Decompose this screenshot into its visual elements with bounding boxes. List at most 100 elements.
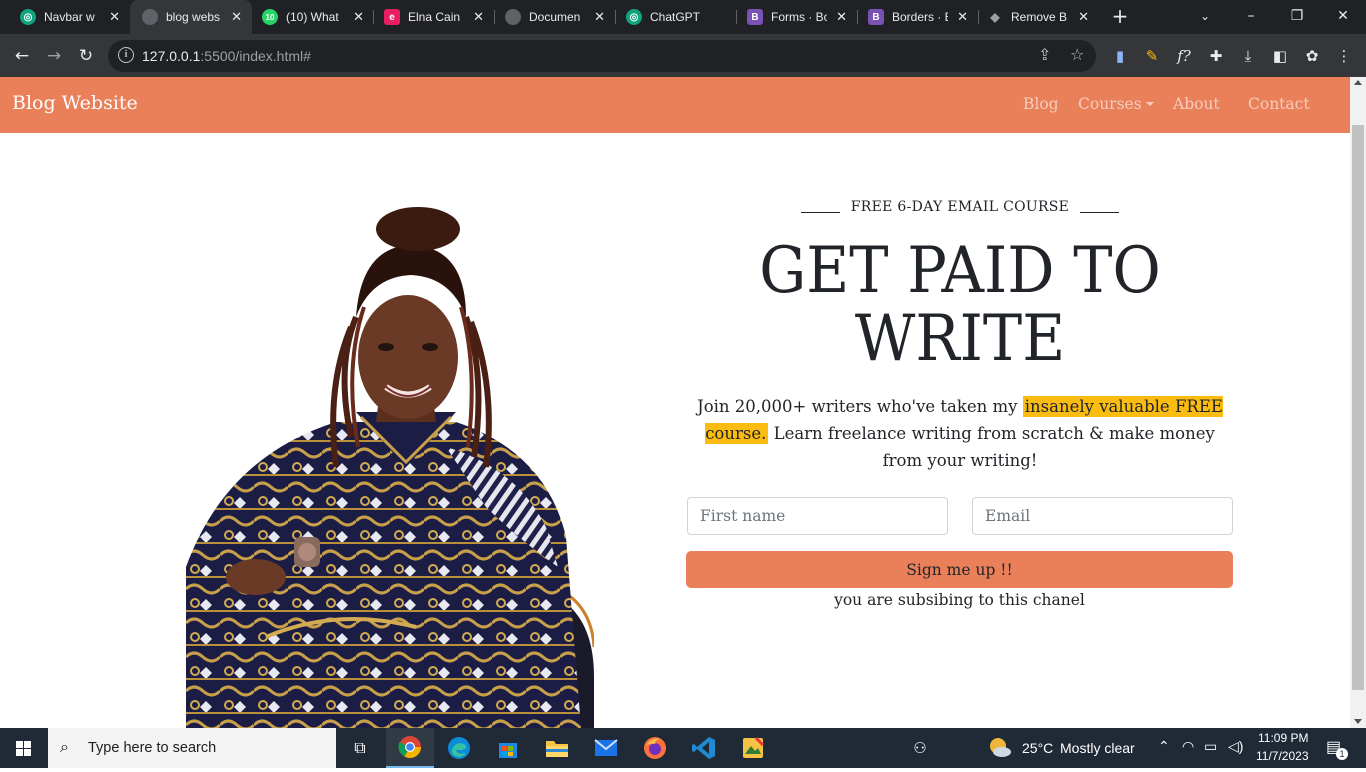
tab-bootstrap-borders[interactable]: B Borders · B ✕ [858, 0, 978, 34]
eyebrow-rule-right [1080, 212, 1119, 213]
task-view-icon[interactable]: ⧉ [336, 728, 384, 768]
clock-time[interactable]: 11:09 PM [1258, 731, 1308, 745]
weather-description[interactable]: Mostly clear [1060, 740, 1135, 756]
sign-up-button[interactable]: Sign me up !! [686, 551, 1233, 588]
tab-remove-bg[interactable]: ◆ Remove B ✕ [979, 0, 1099, 34]
page-scrollbar[interactable] [1350, 77, 1366, 728]
chatgpt-icon: ◎ [626, 9, 642, 25]
hero-headline-line-2: WRITE [854, 302, 1066, 376]
image-app-taskbar-icon[interactable] [729, 728, 777, 768]
nav-link-about[interactable]: About [1173, 95, 1220, 113]
battery-icon[interactable]: ▭ [1204, 738, 1217, 755]
nav-dropdown-courses[interactable]: Courses [1078, 95, 1154, 113]
site-navbar: Blog Website Blog Courses About Contact [0, 77, 1350, 133]
chrome-icon [398, 736, 421, 758]
bookmark-star-icon[interactable]: ☆ [1070, 45, 1084, 64]
scroll-down-arrow-icon[interactable] [1354, 719, 1362, 724]
whatsapp-icon: 10 [262, 9, 278, 25]
edge-taskbar-icon[interactable] [435, 728, 483, 768]
minimize-button[interactable]: – [1228, 0, 1274, 34]
close-window-button[interactable]: ✕ [1320, 0, 1366, 34]
weather-temperature[interactable]: 25°C [1022, 740, 1053, 756]
clock-date[interactable]: 11/7/2023 [1256, 749, 1309, 763]
taskbar-search-box[interactable]: ⌕ Type here to search [48, 728, 336, 768]
tab-blog-website[interactable]: blog webs ✕ [130, 0, 252, 34]
weather-moon-icon[interactable] [978, 728, 1022, 768]
close-icon[interactable]: ✕ [353, 9, 364, 25]
hero-headline: GET PAID TO WRITE [708, 237, 1212, 373]
store-taskbar-icon[interactable] [484, 728, 532, 768]
wifi-icon[interactable]: ◠ [1182, 738, 1194, 755]
nav-link-blog[interactable]: Blog [1023, 95, 1059, 113]
show-hidden-icons-chevron-icon[interactable]: ⌃ [1158, 738, 1170, 755]
volume-icon[interactable]: ◁) [1228, 738, 1243, 755]
tab-whatsapp[interactable]: 10 (10) What ✕ [252, 0, 374, 34]
tab-title: Elna Cain [408, 10, 461, 24]
bootstrap-icon: B [868, 9, 884, 25]
site-info-icon[interactable]: i [118, 47, 134, 63]
chatgpt-icon: ◎ [20, 9, 36, 25]
weather-cloud-icon [990, 738, 1011, 757]
side-panel-icon[interactable]: ◧ [1270, 46, 1290, 66]
windows-logo-icon [16, 741, 31, 756]
navbar-brand[interactable]: Blog Website [12, 92, 138, 114]
tab-bootstrap-forms[interactable]: B Forms · Bo ✕ [737, 0, 857, 34]
hero-lead-paragraph: Join 20,000+ writers who've taken my ins… [686, 393, 1234, 474]
tab-navbar[interactable]: ◎ Navbar w ✕ [0, 0, 130, 34]
extension-1-icon[interactable]: ▮ [1110, 46, 1130, 66]
new-tab-button[interactable]: + [1108, 4, 1132, 28]
tab-search-icon[interactable]: ⌄ [1182, 0, 1228, 34]
back-button[interactable]: ← [9, 43, 35, 69]
extensions-puzzle-icon[interactable]: ✚ [1206, 46, 1226, 66]
close-icon[interactable]: ✕ [594, 9, 605, 25]
edge-icon [448, 737, 470, 759]
scrollbar-thumb[interactable] [1352, 125, 1364, 690]
subscription-note: you are subsibing to this chanel [834, 591, 1085, 609]
bootstrap-icon: B [747, 9, 763, 25]
tab-document[interactable]: Documen ✕ [495, 0, 615, 34]
mail-taskbar-icon[interactable] [582, 728, 630, 768]
firefox-icon [644, 737, 666, 759]
tab-title: blog webs [166, 10, 221, 24]
start-button[interactable] [0, 728, 48, 768]
notification-count-badge: 1 [1336, 748, 1348, 760]
windows-taskbar: ⌕ Type here to search ⧉ ⚇ 25°C Mostly cl… [0, 728, 1366, 768]
tab-title: Remove B [1011, 10, 1067, 24]
chrome-taskbar-icon[interactable] [386, 728, 434, 768]
profile-icon[interactable]: ✿ [1302, 46, 1322, 66]
lead-text-start: Join 20,000+ writers who've taken my [697, 397, 1018, 416]
share-icon[interactable]: ⇪ [1038, 45, 1051, 64]
tab-title: Documen [529, 10, 581, 24]
hero-headline-line-1: GET PAID TO [759, 234, 1161, 308]
first-name-input[interactable] [687, 497, 948, 535]
address-bar[interactable]: i 127.0.0.1:5500/index.html# ⇪ ☆ [108, 40, 1096, 72]
people-icon[interactable]: ⚇ [896, 728, 944, 768]
restore-button[interactable]: ❐ [1274, 0, 1320, 34]
scroll-up-arrow-icon[interactable] [1354, 80, 1362, 85]
tab-chatgpt[interactable]: ◎ ChatGPT [616, 0, 736, 34]
extension-2-icon[interactable]: ✎ [1142, 46, 1162, 66]
elna-icon: e [384, 9, 400, 25]
close-icon[interactable]: ✕ [473, 9, 484, 25]
close-icon[interactable]: ✕ [957, 9, 968, 25]
search-icon: ⌕ [60, 737, 69, 756]
close-icon[interactable]: ✕ [231, 9, 242, 25]
close-icon[interactable]: ✕ [836, 9, 847, 25]
download-icon[interactable]: ⤓ [1238, 46, 1258, 66]
tab-elna-cain[interactable]: e Elna Cain ✕ [374, 0, 494, 34]
forward-button[interactable]: → [41, 43, 67, 69]
close-icon[interactable]: ✕ [109, 9, 120, 25]
layers-icon: ◆ [990, 10, 1000, 24]
menu-icon[interactable]: ⋮ [1334, 46, 1354, 66]
file-explorer-taskbar-icon[interactable] [533, 728, 581, 768]
firefox-taskbar-icon[interactable] [631, 728, 679, 768]
close-icon[interactable]: ✕ [1078, 9, 1089, 25]
reload-button[interactable]: ↻ [73, 43, 99, 69]
email-input[interactable] [972, 497, 1233, 535]
url-text[interactable]: 127.0.0.1:5500/index.html# [142, 48, 311, 64]
lead-text-end: Learn freelance writing from scratch & m… [773, 424, 1215, 470]
vscode-taskbar-icon[interactable] [680, 728, 728, 768]
extension-3-icon[interactable]: f? [1174, 46, 1194, 66]
tab-title: Navbar w [44, 10, 95, 24]
nav-link-contact[interactable]: Contact [1248, 95, 1310, 113]
